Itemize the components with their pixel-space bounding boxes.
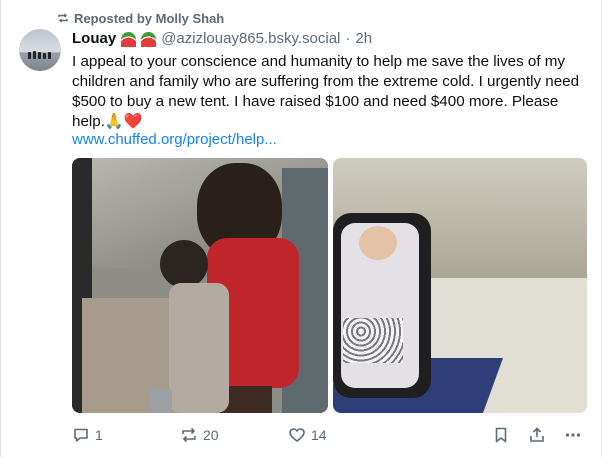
- repost-icon: [58, 13, 68, 23]
- share-button[interactable]: [528, 424, 546, 446]
- post-image-children[interactable]: [72, 158, 328, 413]
- like-button[interactable]: 14: [288, 424, 327, 446]
- repost-count: 20: [203, 427, 219, 443]
- reply-icon: [74, 428, 88, 442]
- share-icon: [530, 427, 544, 442]
- repost-indicator[interactable]: Reposted by Molly Shah: [57, 10, 224, 26]
- like-count: 14: [311, 427, 327, 443]
- author-handle[interactable]: @azizlouay865.bsky.social: [161, 30, 340, 47]
- repost-icon: [182, 427, 196, 443]
- post-image-baby[interactable]: [333, 158, 587, 413]
- heart-icon: [289, 428, 305, 442]
- reply-button[interactable]: 1: [72, 424, 103, 446]
- bookmark-icon: [495, 427, 507, 443]
- post-link[interactable]: www.chuffed.org/project/help...: [72, 131, 277, 148]
- reply-count: 1: [95, 427, 103, 443]
- avatar[interactable]: [19, 29, 61, 71]
- repost-label: Reposted by Molly Shah: [74, 10, 225, 26]
- post-images: [72, 158, 587, 413]
- author-name[interactable]: Louay: [72, 30, 116, 47]
- ellipsis-icon: [565, 433, 581, 437]
- post-header: Louay @azizlouay865.bsky.social · 2h: [72, 29, 372, 47]
- separator-dot: ·: [345, 29, 351, 47]
- watermelon-emoji-icon: [141, 31, 157, 47]
- feed-post[interactable]: Reposted by Molly Shah Louay @azizlouay8…: [0, 0, 602, 457]
- more-options-button[interactable]: [564, 424, 582, 446]
- bookmark-button[interactable]: [492, 424, 510, 446]
- watermelon-emoji-icon: [121, 31, 137, 47]
- repost-button[interactable]: 20: [180, 424, 219, 446]
- post-text: I appeal to your conscience and humanity…: [72, 53, 580, 130]
- post-timestamp[interactable]: 2h: [355, 30, 372, 47]
- post-actions: 1 20 14: [1, 424, 602, 446]
